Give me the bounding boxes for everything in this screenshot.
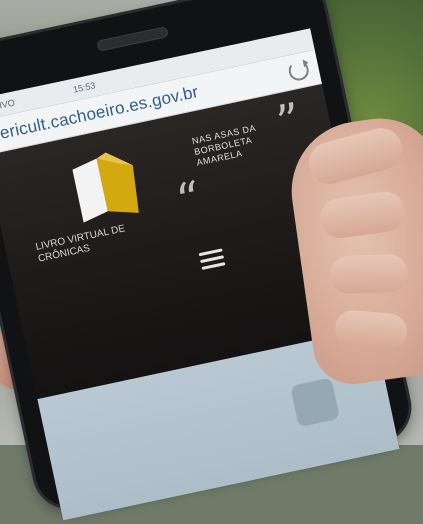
thumbnail-placeholder	[290, 377, 340, 428]
menu-icon[interactable]	[198, 248, 227, 273]
quote-open: “	[171, 170, 206, 229]
carrier-label: ● VIVO	[0, 97, 16, 113]
finger	[329, 253, 409, 295]
finger	[333, 308, 409, 352]
photo-scene: ● VIVO 15:53 sericult.cachoeiro.es.gov.b…	[0, 0, 423, 521]
phone-speaker	[96, 26, 169, 52]
status-time: 15:53	[72, 80, 97, 95]
